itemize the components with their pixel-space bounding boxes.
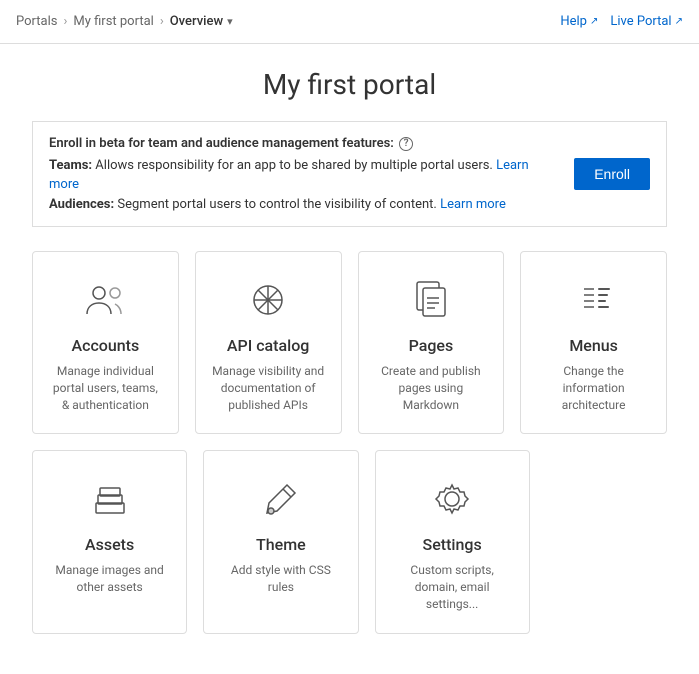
breadcrumb-current-label: Overview [170,14,223,29]
breadcrumb-sep-2: › [160,14,164,29]
teams-desc: Allows responsibility for an app to be s… [95,158,493,173]
beta-banner: Enroll in beta for team and audience man… [32,121,667,227]
breadcrumb-current[interactable]: Overview ▾ [170,14,233,29]
breadcrumb-sep-1: › [63,14,67,29]
assets-icon [82,475,138,523]
breadcrumb-portal-name[interactable]: My first portal [73,14,153,29]
settings-icon [424,475,480,523]
empty-spacer [546,450,667,633]
menus-icon [566,276,622,324]
cards-row-1: Accounts Manage individual portal users,… [32,251,667,434]
external-link-icon: ↗ [590,16,598,27]
breadcrumb-portals[interactable]: Portals [16,14,57,29]
cards-row-2: Assets Manage images and other assets Th… [32,450,667,633]
beta-teams-line: Teams: Allows responsibility for an app … [49,156,558,195]
menus-desc: Change the information architecture [537,363,650,413]
help-tooltip-icon[interactable]: ? [399,137,413,151]
assets-desc: Manage images and other assets [49,562,170,596]
accounts-desc: Manage individual portal users, teams, &… [49,363,162,413]
theme-card[interactable]: Theme Add style with CSS rules [203,450,358,633]
accounts-icon [77,276,133,324]
audiences-learn-more-link[interactable]: Learn more [440,197,506,212]
chevron-down-icon[interactable]: ▾ [227,15,233,28]
page-title: My first portal [32,68,667,101]
live-portal-link[interactable]: Live Portal ↗ [610,14,683,29]
live-portal-label: Live Portal [610,14,671,29]
breadcrumb: Portals › My first portal › Overview ▾ [16,14,233,29]
theme-title: Theme [256,535,306,554]
accounts-card[interactable]: Accounts Manage individual portal users,… [32,251,179,434]
menus-title: Menus [569,336,618,355]
teams-label: Teams: [49,158,92,173]
assets-title: Assets [85,535,134,554]
beta-title: Enroll in beta for team and audience man… [49,134,558,154]
accounts-title: Accounts [71,336,139,355]
pages-desc: Create and publish pages using Markdown [375,363,488,413]
beta-text: Enroll in beta for team and audience man… [49,134,558,214]
settings-title: Settings [423,535,482,554]
api-catalog-title: API catalog [227,336,309,355]
audiences-label: Audiences: [49,197,114,212]
theme-icon [253,475,309,523]
top-nav: Portals › My first portal › Overview ▾ H… [0,0,699,44]
api-catalog-card[interactable]: API catalog Manage visibility and docume… [195,251,342,434]
main-content: My first portal Enroll in beta for team … [0,44,699,674]
api-catalog-desc: Manage visibility and documentation of p… [212,363,325,413]
pages-icon [403,276,459,324]
audiences-desc: Segment portal users to control the visi… [117,197,436,212]
pages-card[interactable]: Pages Create and publish pages using Mar… [358,251,505,434]
api-catalog-icon [240,276,296,324]
theme-desc: Add style with CSS rules [220,562,341,596]
help-link[interactable]: Help ↗ [560,14,598,29]
assets-card[interactable]: Assets Manage images and other assets [32,450,187,633]
help-label: Help [560,14,587,29]
external-link-icon-2: ↗ [675,16,683,27]
enroll-button[interactable]: Enroll [574,158,650,190]
nav-right: Help ↗ Live Portal ↗ [560,14,683,29]
settings-desc: Custom scripts, domain, email settings..… [392,562,513,612]
settings-card[interactable]: Settings Custom scripts, domain, email s… [375,450,530,633]
beta-audiences-line: Audiences: Segment portal users to contr… [49,195,558,215]
pages-title: Pages [409,336,454,355]
menus-card[interactable]: Menus Change the information architectur… [520,251,667,434]
